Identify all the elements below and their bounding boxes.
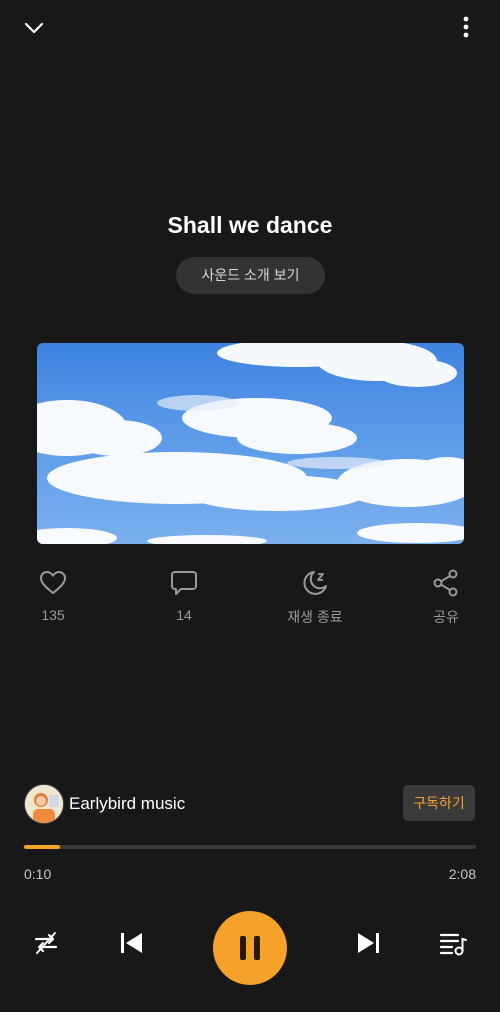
comment-button[interactable]: 14 xyxy=(139,568,229,623)
pause-button[interactable] xyxy=(213,911,287,985)
subscribe-button[interactable]: 구독하기 xyxy=(403,785,475,821)
playlist-icon[interactable] xyxy=(438,928,468,958)
cover-image xyxy=(37,343,464,544)
comment-icon xyxy=(169,568,199,598)
pause-icon xyxy=(240,936,246,960)
more-vertical-icon[interactable] xyxy=(455,15,477,41)
action-row: 135 14 재생 종료 공유 xyxy=(0,568,500,628)
like-button[interactable]: 135 xyxy=(8,568,98,623)
comment-count: 14 xyxy=(176,607,192,623)
repeat-icon[interactable] xyxy=(31,928,61,958)
share-button[interactable]: 공유 xyxy=(401,568,491,627)
total-time: 2:08 xyxy=(448,866,476,882)
chevron-down-icon[interactable] xyxy=(22,16,46,40)
next-icon[interactable] xyxy=(353,928,383,958)
share-label: 공유 xyxy=(433,609,459,625)
like-count: 135 xyxy=(41,607,65,623)
channel-name[interactable]: Earlybird music xyxy=(69,794,185,814)
avatar[interactable] xyxy=(24,784,64,824)
progress-bar[interactable] xyxy=(24,845,476,849)
sleep-timer-button[interactable]: 재생 종료 xyxy=(270,568,360,627)
heart-icon xyxy=(38,568,68,598)
sound-intro-button[interactable]: 사운드 소개 보기 xyxy=(176,257,325,294)
previous-icon[interactable] xyxy=(117,928,147,958)
share-icon xyxy=(431,568,461,598)
current-time: 0:10 xyxy=(24,866,52,882)
progress-fill xyxy=(24,845,61,849)
sleep-timer-label: 재생 종료 xyxy=(287,609,343,625)
track-title: Shall we dance xyxy=(167,212,333,238)
sleep-timer-icon xyxy=(300,568,330,598)
